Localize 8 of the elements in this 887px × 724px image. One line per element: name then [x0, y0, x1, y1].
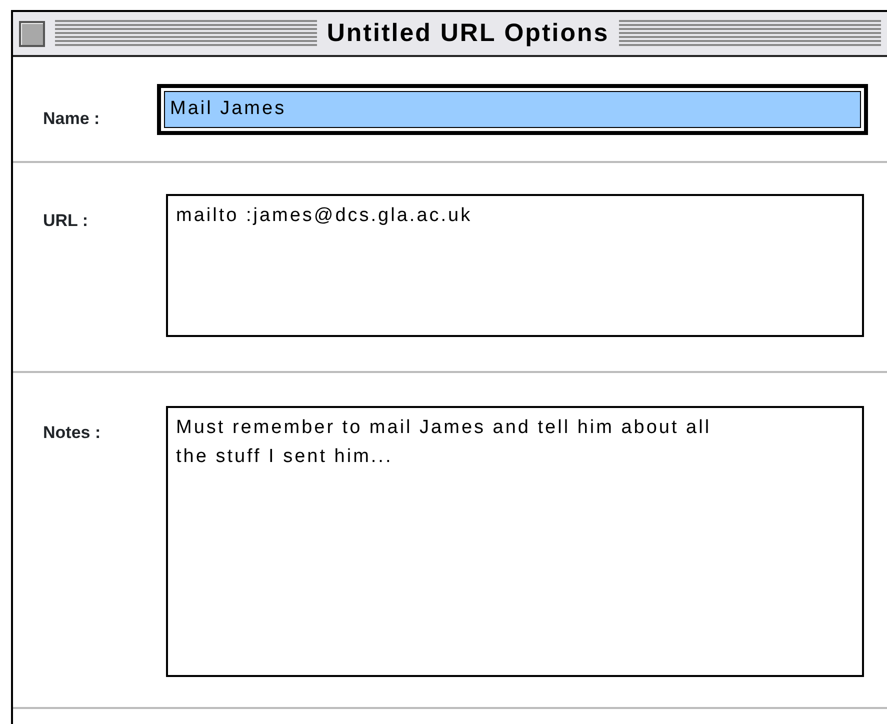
url-field[interactable]: mailto :james@dcs.gla.ac.uk [166, 194, 864, 337]
field-label: Notes : [43, 423, 101, 442]
window-title: Untitled URL Options [326, 18, 610, 49]
name-field[interactable]: Mail James [157, 84, 868, 135]
notes-field[interactable]: Must remember to mail James and tell him about all the stuff I sent him... [166, 406, 864, 677]
field-label: Name : [43, 109, 100, 128]
close-box[interactable] [19, 20, 45, 46]
field-label: URL : [43, 211, 88, 230]
